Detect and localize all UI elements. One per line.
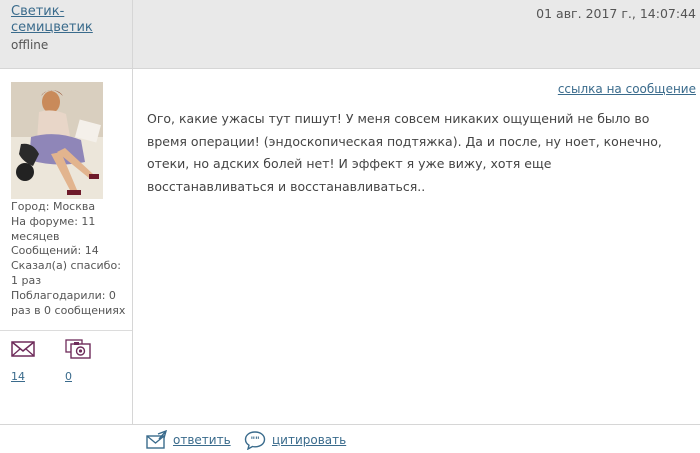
message-permalink[interactable]: ссылка на сообщение — [558, 82, 696, 96]
post-datetime: 01 авг. 2017 г., 14:07:44 — [536, 6, 696, 21]
envelope-icon[interactable] — [11, 340, 35, 358]
author-name-link[interactable]: Светик-семицветик — [11, 4, 101, 36]
reply-envelope-icon[interactable] — [146, 430, 168, 450]
quote-button[interactable]: цитировать — [272, 433, 346, 447]
profile-divider — [0, 330, 132, 331]
stat-received-thanks: Поблагодарили: 0 раз в 0 сообщениях — [11, 288, 126, 317]
author-profile-panel: Город: Москва На форуме: 11 месяцев Сооб… — [0, 69, 133, 425]
avatar-image — [11, 82, 103, 199]
pm-count-link[interactable]: 14 — [11, 370, 25, 383]
stat-city: Город: Москва — [11, 200, 96, 213]
avatar[interactable] — [11, 82, 103, 199]
author-status: offline — [11, 38, 49, 52]
reply-button[interactable]: ответить — [173, 433, 231, 447]
author-header: Светик-семицветик offline — [0, 0, 133, 69]
stat-on-forum: На форуме: 11 месяцев — [11, 214, 96, 243]
stat-thanked: Сказал(а) спасибо: 1 раз — [11, 259, 121, 287]
svg-text:": " — [255, 436, 260, 446]
post-header: 01 авг. 2017 г., 14:07:44 — [133, 0, 700, 69]
photo-count-link[interactable]: 0 — [65, 370, 72, 383]
post-body: Ого, какие ужасы тут пишут! У меня совсе… — [147, 111, 662, 194]
actions-divider — [0, 424, 700, 425]
stat-messages: Сообщений: 14 — [11, 244, 99, 258]
camera-photos-icon[interactable] — [65, 338, 92, 360]
author-stats: Город: Москва На форуме: 11 месяцев Сооб… — [11, 200, 126, 318]
quote-bubble-icon[interactable]: " " — [244, 430, 266, 450]
